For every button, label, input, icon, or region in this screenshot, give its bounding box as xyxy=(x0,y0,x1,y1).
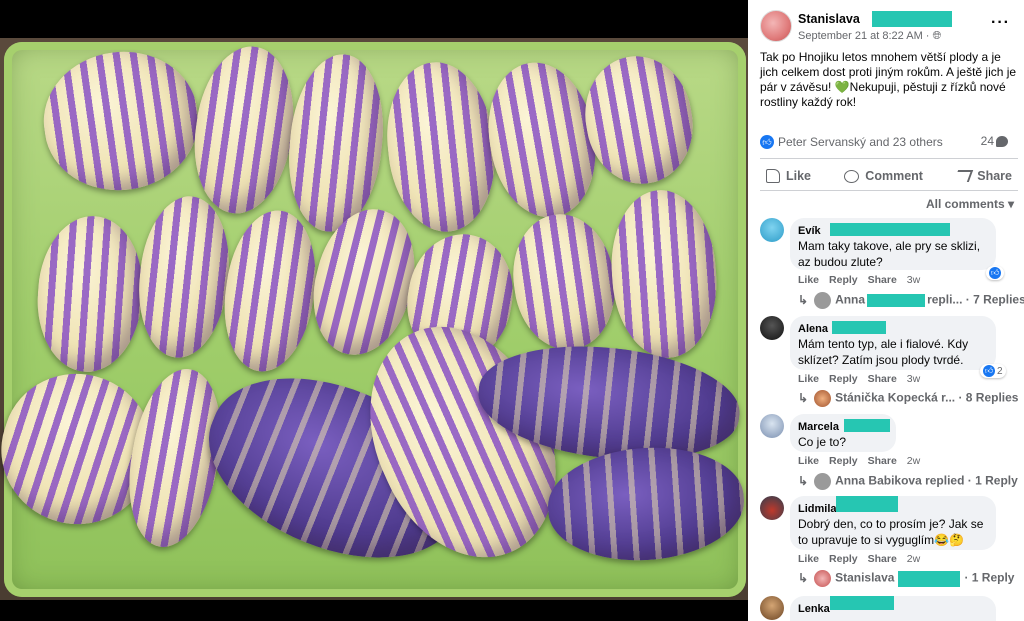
replier-avatar xyxy=(814,473,832,490)
comment-actions: Like Reply Share 2w xyxy=(798,455,930,467)
replier-name: Stánička Kopecká r... xyxy=(835,390,956,405)
comment-filter-dropdown[interactable]: All comments ▾ xyxy=(926,197,1014,211)
replier-avatar xyxy=(814,390,832,407)
replier-name: Anna xyxy=(835,292,866,307)
replier-avatar xyxy=(814,292,832,309)
thumbs-up-icon xyxy=(766,169,780,183)
comment-like-button[interactable]: Like xyxy=(798,274,819,286)
comment-like-button[interactable]: Like xyxy=(798,455,819,467)
post-actions: Like Comment Share xyxy=(760,162,1018,190)
replier-name: Anna Babikova replied xyxy=(835,473,965,488)
view-replies-link[interactable]: ↳ Anna Babikova replied · 1 Reply xyxy=(798,473,1018,490)
commenter-avatar[interactable] xyxy=(760,316,784,340)
redaction-box xyxy=(830,223,950,236)
comment-icon xyxy=(844,169,860,183)
comment-bubble-icon xyxy=(996,136,1008,148)
replier-avatar xyxy=(814,570,832,587)
comment-button[interactable]: Comment xyxy=(838,165,929,187)
divider xyxy=(760,190,1018,191)
comment-reply-button[interactable]: Reply xyxy=(829,553,858,565)
comment-reply-button[interactable]: Reply xyxy=(829,455,858,467)
redaction-box xyxy=(872,11,952,27)
commenter-avatar[interactable] xyxy=(760,596,784,620)
redaction-box xyxy=(836,496,898,512)
view-replies-link[interactable]: ↳ Anna repli... · 7 Replies xyxy=(798,292,1024,309)
comment-time[interactable]: 3w xyxy=(907,373,920,385)
comment-time[interactable]: 2w xyxy=(907,455,920,467)
view-replies-link[interactable]: ↳ Stánička Kopecká r... · 8 Replies xyxy=(798,390,1018,407)
more-options-button[interactable]: ··· xyxy=(991,14,1010,32)
author-name[interactable]: Stanislava xyxy=(798,12,860,26)
timestamp-text: September 21 at 8:22 AM · xyxy=(798,30,933,42)
comment-actions: Like Reply Share 2w xyxy=(798,553,930,565)
comment-actions: Like Reply Share 3w xyxy=(798,274,930,286)
redaction-box xyxy=(830,596,894,610)
like-button[interactable]: Like xyxy=(760,165,817,187)
reply-arrow-icon: ↳ xyxy=(798,292,809,307)
green-heart-icon: 💚 xyxy=(834,80,850,94)
comment-reply-button[interactable]: Reply xyxy=(829,274,858,286)
reply-arrow-icon: ↳ xyxy=(798,390,809,405)
reply-arrow-icon: ↳ xyxy=(798,473,809,488)
globe-icon: 🌐︎ xyxy=(932,30,942,42)
replier-name: Stanislava xyxy=(835,570,895,585)
post-timestamp[interactable]: September 21 at 8:22 AM · 🌐︎ xyxy=(798,30,941,43)
redaction-box xyxy=(867,294,926,307)
comment-text: Mám tento typ, ale i fialové. Kdy sklíze… xyxy=(798,337,969,367)
comment-text: Dobrý den, co to prosím je? Jak se to up… xyxy=(798,517,984,547)
like-reaction-icon: 👍︎ xyxy=(983,365,995,377)
commenter-avatar[interactable] xyxy=(760,414,784,438)
post-body: Tak po Hnojiku letos mnohem větší plody … xyxy=(760,50,1018,110)
redaction-box xyxy=(898,570,961,587)
comment-share-button[interactable]: Share xyxy=(868,553,897,565)
comment-bubble: Alena Mám tento typ, ale i fialové. Kdy … xyxy=(790,316,996,370)
reactions-bar[interactable]: 👍︎ Peter Servanský and 23 others 24 xyxy=(760,134,1018,152)
replies-count: · 1 Reply xyxy=(964,473,1018,488)
view-replies-link[interactable]: ↳ Stanislava · 1 Reply xyxy=(798,570,1014,587)
divider xyxy=(760,158,1018,159)
replies-count: repli... · 7 Replies xyxy=(927,292,1024,307)
like-reaction-icon: 👍︎ xyxy=(989,267,1001,279)
comment-reply-button[interactable]: Reply xyxy=(829,373,858,385)
comment-reactions[interactable]: 👍︎ xyxy=(986,266,1004,280)
comment-reactions[interactable]: 👍︎ 2 xyxy=(980,364,1006,378)
comment-actions: Like Reply Share 3w xyxy=(798,373,930,385)
redaction-box xyxy=(832,321,886,334)
reply-arrow-icon: ↳ xyxy=(798,570,809,585)
comment-label: Comment xyxy=(865,169,923,183)
comment-like-button[interactable]: Like xyxy=(798,373,819,385)
comment-share-button[interactable]: Share xyxy=(868,373,897,385)
comment-like-button[interactable]: Like xyxy=(798,553,819,565)
author-avatar[interactable] xyxy=(760,10,792,42)
replies-count: · 1 Reply xyxy=(964,570,1015,585)
commenter-avatar[interactable] xyxy=(760,496,784,520)
commenter-avatar[interactable] xyxy=(760,218,784,242)
comment-count-value: 24 xyxy=(980,134,994,148)
post-header: Stanislava September 21 at 8:22 AM · 🌐︎ … xyxy=(760,10,1020,46)
photo-image xyxy=(0,38,748,600)
reaction-names[interactable]: Peter Servanský and 23 others xyxy=(778,135,943,149)
post-photo[interactable] xyxy=(0,0,748,621)
comment-text: Co je to? xyxy=(798,435,847,449)
comment-count[interactable]: 24 xyxy=(981,134,1008,148)
comment-text: Mam taky takove, ale pry se sklizi, az b… xyxy=(798,239,981,269)
share-button[interactable]: Share xyxy=(950,165,1018,187)
share-label: Share xyxy=(977,169,1012,183)
comment-time[interactable]: 3w xyxy=(907,274,920,286)
share-icon xyxy=(954,170,974,182)
comments-panel: Stanislava September 21 at 8:22 AM · 🌐︎ … xyxy=(748,0,1024,621)
comment-share-button[interactable]: Share xyxy=(868,455,897,467)
like-label: Like xyxy=(786,169,812,183)
reaction-count: 2 xyxy=(997,365,1003,377)
redaction-box xyxy=(844,419,890,432)
comment-time[interactable]: 2w xyxy=(907,553,920,565)
comment-share-button[interactable]: Share xyxy=(868,274,897,286)
replies-count: · 8 Replies xyxy=(955,390,1019,405)
like-reaction-icon: 👍︎ xyxy=(760,134,774,149)
commenter-name[interactable]: Alena xyxy=(798,322,986,336)
